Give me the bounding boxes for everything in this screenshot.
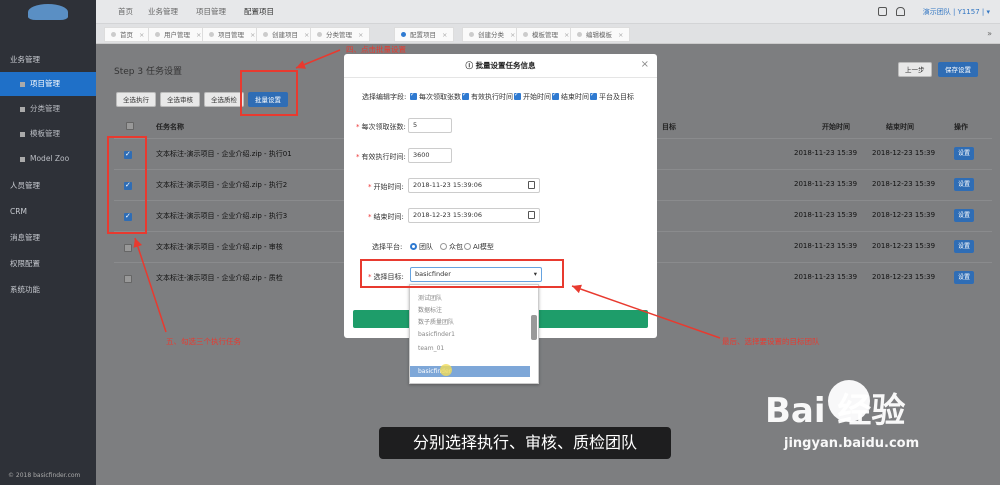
baidu-watermark-url: jingyan.baidu.com <box>784 436 920 451</box>
video-subtitle: 分别选择执行、审核、质检团队 <box>379 427 671 459</box>
annotation-note-right: 最后、选择要设置的目标团队 <box>722 337 820 346</box>
cursor-icon <box>440 364 452 376</box>
annotation-note-top: 四、点击批量设置 <box>346 45 406 54</box>
baidu-paw-icon <box>828 380 870 422</box>
annotation-note-left: 五、勾选三个执行任务 <box>166 337 241 346</box>
